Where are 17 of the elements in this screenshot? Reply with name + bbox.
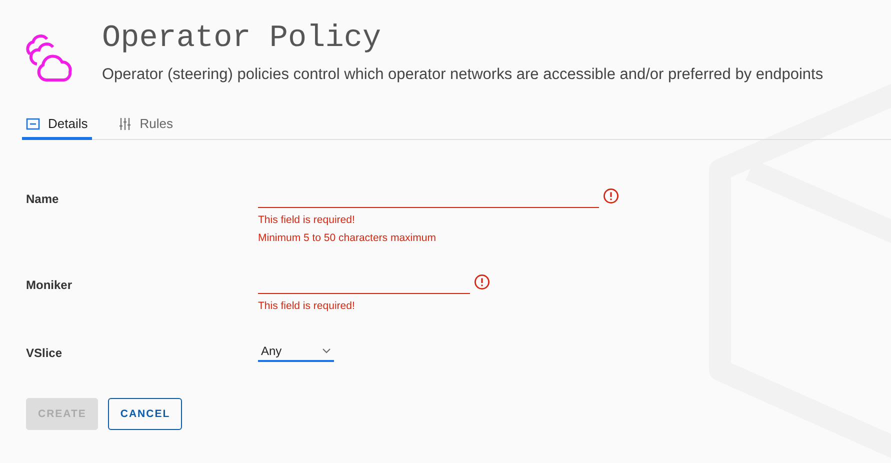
field-label: VSlice [26, 345, 64, 362]
field-label: Moniker [26, 277, 74, 294]
chevron-down-icon [322, 348, 331, 354]
error-message: Minimum 5 to 50 characters maximum [258, 232, 437, 244]
form-icon [26, 116, 40, 130]
error-message: This field is required! [258, 214, 356, 226]
error-icon [603, 188, 619, 204]
error-icon [474, 274, 490, 290]
tab[interactable]: Details [22, 116, 92, 140]
page-title: Operator Policy [102, 24, 382, 54]
field-label: Name [26, 191, 60, 208]
sliders-icon [118, 116, 132, 130]
error-message: This field is required! [258, 300, 356, 312]
page-description: Operator (steering) policies control which operator networks are accessible and/or preferred by endpoints [102, 66, 824, 84]
tab[interactable]: Rules [114, 116, 177, 140]
select-field[interactable]: Any [258, 342, 334, 362]
cancel-button[interactable]: CANCEL [108, 398, 182, 430]
